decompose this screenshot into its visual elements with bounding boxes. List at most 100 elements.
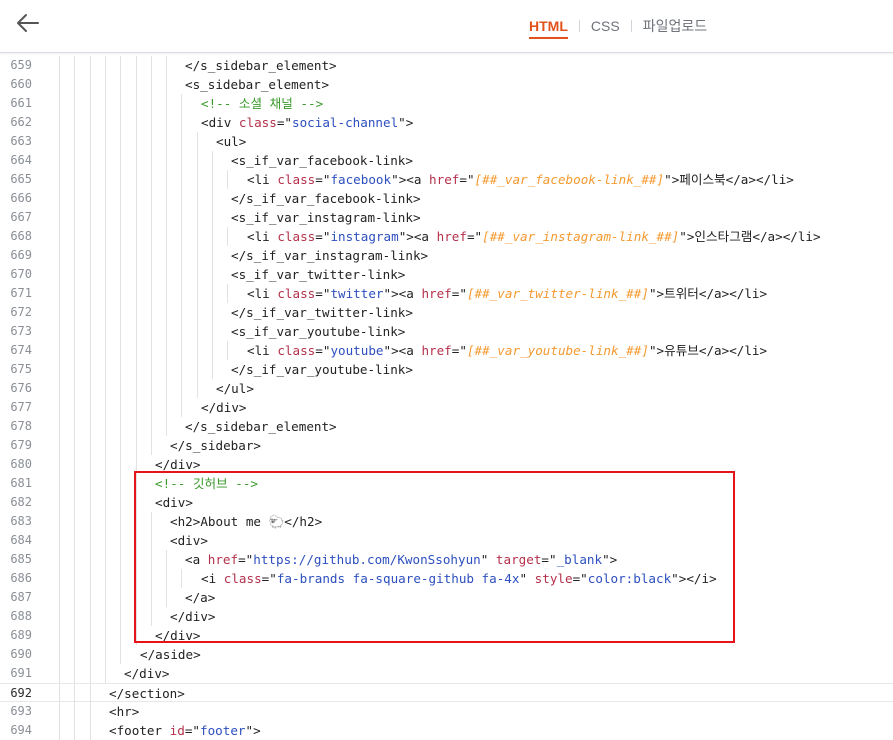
indent-guide [120, 436, 121, 455]
indent-guide [105, 208, 106, 227]
code-line[interactable]: 670 <s_if_var_twitter-link> [0, 265, 893, 284]
code-line[interactable]: 673 <s_if_var_youtube-link> [0, 322, 893, 341]
indent-guide [59, 265, 60, 284]
code-line[interactable]: 691 </div> [0, 664, 893, 683]
code-token: =" [315, 172, 331, 187]
code-line[interactable]: 678 </s_sidebar_element> [0, 417, 893, 436]
indent-guide [227, 341, 228, 360]
indent-guide [151, 379, 152, 398]
code-line[interactable]: 671 <li class="twitter"><a href="[##_var_… [0, 284, 893, 303]
line-number: 684 [10, 533, 32, 547]
code-line[interactable]: 668 <li class="instagram"><a href="[##_va… [0, 227, 893, 246]
indent-guide [197, 189, 198, 208]
indent-guide [120, 360, 121, 379]
code-line[interactable]: 667 <s_if_var_instagram-link> [0, 208, 893, 227]
code-line[interactable]: 690 </aside> [0, 645, 893, 664]
indent-guide [59, 455, 60, 474]
tab-css[interactable]: CSS [591, 0, 620, 52]
indent-guide [90, 493, 91, 512]
line-number: 659 [10, 58, 32, 72]
indent-guide [59, 341, 60, 360]
code-text: <s_if_var_youtube-link> [231, 322, 405, 341]
code-line[interactable]: 659 </s_sidebar_element> [0, 56, 893, 75]
code-line[interactable]: 676 </ul> [0, 379, 893, 398]
indent-guide [74, 151, 75, 170]
code-line[interactable]: 665 <li class="facebook"><a href="[##_var… [0, 170, 893, 189]
code-line[interactable]: 672 </s_if_var_twitter-link> [0, 303, 893, 322]
indent-guide [74, 208, 75, 227]
editor-header: HTML CSS 파일업로드 [0, 0, 893, 53]
indent-guide [151, 341, 152, 360]
code-line[interactable]: 675 </s_if_var_youtube-link> [0, 360, 893, 379]
indent-guide [166, 170, 167, 189]
indent-guide [74, 246, 75, 265]
code-line[interactable]: 660 <s_sidebar_element> [0, 75, 893, 94]
line-number: 690 [10, 647, 32, 661]
code-line[interactable]: 662 <div class="social-channel"> [0, 113, 893, 132]
indent-guide [181, 265, 182, 284]
indent-guide [120, 284, 121, 303]
line-number: 676 [10, 381, 32, 395]
indent-guide [74, 455, 75, 474]
code-text: <s_if_var_facebook-link> [231, 151, 413, 170]
code-token: =" [184, 723, 201, 738]
code-token: </s_if_var_facebook-link> [231, 191, 421, 206]
indent-guide [90, 265, 91, 284]
indent-guide [136, 189, 137, 208]
code-line[interactable]: 692 </section> [0, 683, 893, 703]
code-line[interactable]: 669 </s_if_var_instagram-link> [0, 246, 893, 265]
indent-guide [90, 227, 91, 246]
indent-guide [166, 151, 167, 170]
indent-guide [166, 303, 167, 322]
indent-guide [59, 569, 60, 588]
code-token: <li [247, 229, 278, 244]
indent-guide [59, 208, 60, 227]
tab-html[interactable]: HTML [529, 0, 568, 52]
code-line[interactable]: 694 <footer id="footer"> [0, 721, 893, 740]
indent-guide [74, 398, 75, 417]
code-text: <li class="facebook"><a href="[##_var_fa… [247, 170, 794, 189]
indent-guide [166, 265, 167, 284]
code-line[interactable]: 674 <li class="youtube"><a href="[##_var_… [0, 341, 893, 360]
attribute-value: facebook [330, 172, 392, 187]
indent-guide [197, 341, 198, 360]
indent-guide [90, 702, 91, 721]
line-number: 688 [10, 609, 32, 623]
code-token: "><a [383, 286, 422, 301]
code-line[interactable]: 679 </s_sidebar> [0, 436, 893, 455]
indent-guide [120, 588, 121, 607]
indent-guide [212, 189, 213, 208]
indent-guide [166, 113, 167, 132]
tab-file-upload[interactable]: 파일업로드 [643, 0, 707, 52]
indent-guide [197, 303, 198, 322]
indent-guide [181, 341, 182, 360]
indent-guide [105, 56, 106, 75]
code-token: =" [315, 343, 331, 358]
indent-guide [59, 721, 60, 740]
indent-guide [74, 645, 75, 664]
indent-guide [59, 94, 60, 113]
indent-guide [90, 170, 91, 189]
indent-guide [90, 246, 91, 265]
code-text: </div> [201, 398, 247, 417]
code-line[interactable]: 663 <ul> [0, 132, 893, 151]
line-number: 674 [10, 343, 32, 357]
indent-guide [74, 341, 75, 360]
line-number: 660 [10, 77, 32, 91]
code-line[interactable]: 693 <hr> [0, 702, 893, 721]
indent-guide [120, 322, 121, 341]
indent-guide [120, 626, 121, 645]
indent-guide [166, 56, 167, 75]
code-line[interactable]: 666 </s_if_var_facebook-link> [0, 189, 893, 208]
indent-guide [59, 284, 60, 303]
code-line[interactable]: 677 </div> [0, 398, 893, 417]
code-line[interactable]: 664 <s_if_var_facebook-link> [0, 151, 893, 170]
indent-guide [59, 322, 60, 341]
indent-guide [136, 417, 137, 436]
indent-guide [74, 132, 75, 151]
code-token: </s_if_var_twitter-link> [231, 305, 413, 320]
line-number: 693 [10, 704, 32, 718]
indent-guide [166, 94, 167, 113]
code-line[interactable]: 661 <!-- 소셜 채널 --> [0, 94, 893, 113]
back-arrow-icon[interactable] [12, 10, 42, 40]
